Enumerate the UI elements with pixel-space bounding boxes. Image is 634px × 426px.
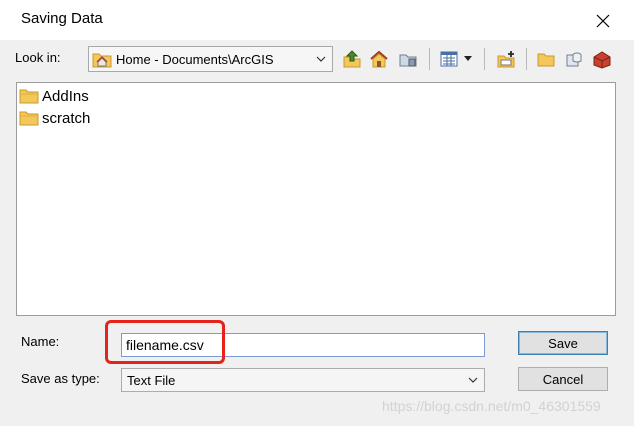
up-one-level-button[interactable]	[340, 47, 364, 71]
name-label: Name:	[21, 334, 60, 349]
list-item-scratch[interactable]: scratch	[19, 108, 90, 128]
toolbar-separator	[429, 48, 430, 70]
look-in-label: Look in:	[15, 50, 61, 65]
folder-icon	[19, 111, 39, 126]
connect-folder-icon	[399, 54, 417, 67]
toolbar-separator	[484, 48, 485, 70]
toolbar-separator	[526, 48, 527, 70]
view-list-button[interactable]	[437, 47, 461, 71]
view-menu-button[interactable]	[461, 47, 475, 71]
save-as-type-value: Text File	[127, 372, 176, 388]
look-in-value: Home - Documents\ArcGIS	[116, 51, 274, 67]
close-icon	[596, 14, 610, 28]
close-button[interactable]	[590, 8, 616, 34]
watermark: https://blog.csdn.net/m0_46301559	[382, 398, 601, 414]
cancel-button[interactable]: Cancel	[518, 367, 608, 391]
home-folder-icon	[92, 53, 112, 68]
home-button[interactable]	[367, 47, 391, 71]
save-dialog: Saving Data Look in: Home - Documents\Ar…	[0, 0, 634, 426]
list-item-addins[interactable]: AddIns	[19, 86, 89, 106]
list-item-label: AddIns	[42, 87, 89, 105]
file-name-input[interactable]	[121, 333, 485, 357]
save-as-type-label: Save as type:	[21, 371, 100, 386]
folder-icon	[19, 89, 39, 104]
view-menu-arrow-icon	[464, 56, 472, 61]
up-one-level-icon	[343, 50, 361, 68]
toolbox-button[interactable]	[590, 47, 614, 71]
file-list[interactable]: AddIns scratch	[16, 82, 616, 316]
new-folder-icon	[537, 53, 555, 67]
connect-folder-button[interactable]	[396, 47, 420, 71]
chevron-down-icon	[468, 377, 478, 383]
dialog-title: Saving Data	[21, 10, 103, 27]
list-item-label: scratch	[42, 109, 91, 127]
new-item-button[interactable]	[495, 47, 519, 71]
title-bar: Saving Data	[0, 0, 634, 40]
toolbox-icon	[593, 51, 611, 69]
view-list-icon	[440, 51, 458, 67]
save-as-type-dropdown[interactable]: Text File	[121, 368, 485, 392]
home-icon	[370, 50, 388, 68]
look-in-dropdown[interactable]: Home - Documents\ArcGIS	[88, 46, 333, 72]
new-database-icon	[566, 52, 582, 67]
new-database-button[interactable]	[562, 47, 586, 71]
new-folder-button[interactable]	[534, 47, 558, 71]
save-button[interactable]: Save	[518, 331, 608, 355]
new-item-icon	[497, 51, 515, 68]
chevron-down-icon	[316, 56, 326, 62]
